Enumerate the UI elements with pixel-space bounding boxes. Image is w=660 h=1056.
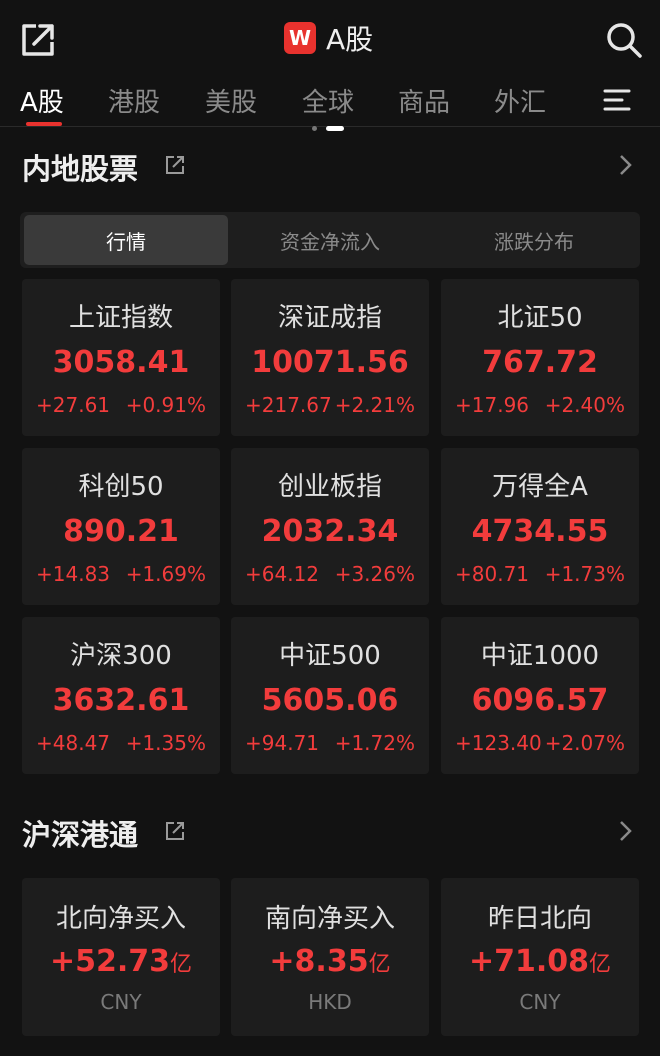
index-price: 767.72 bbox=[482, 345, 598, 380]
flow-value: +8.35亿 bbox=[231, 944, 429, 979]
section-header-mainland[interactable]: 内地股票 bbox=[22, 146, 642, 186]
index-change: +94.71 bbox=[245, 731, 320, 755]
index-change-pct: +3.26% bbox=[334, 562, 415, 586]
brand-logo: W bbox=[284, 22, 316, 54]
page-indicator bbox=[312, 126, 352, 134]
index-card[interactable]: 深证成指 10071.56 +217.67 +2.21% bbox=[231, 279, 429, 436]
index-price: 890.21 bbox=[63, 514, 179, 549]
market-page: W A股 A股 港股 美股 全球 商品 外汇 内地股票 行情 资金净流入 涨跌分… bbox=[0, 0, 660, 1056]
tab-commodities[interactable]: 商品 bbox=[398, 82, 450, 119]
index-card[interactable]: 北证50 767.72 +17.96 +2.40% bbox=[441, 279, 639, 436]
index-card[interactable]: 上证指数 3058.41 +27.61 +0.91% bbox=[22, 279, 220, 436]
search-button[interactable] bbox=[604, 20, 644, 60]
index-change: +17.96 bbox=[455, 393, 530, 417]
external-link-icon bbox=[166, 822, 184, 840]
index-change: +64.12 bbox=[245, 562, 320, 586]
section-title: 沪深港通 bbox=[22, 818, 139, 852]
top-bar: W A股 bbox=[0, 0, 660, 78]
index-price: 3632.61 bbox=[52, 683, 190, 718]
index-change-pct: +1.35% bbox=[125, 731, 206, 755]
index-change-pct: +1.73% bbox=[544, 562, 625, 586]
flow-name: 南向净买入 bbox=[264, 904, 395, 934]
flow-amount: +52.73 bbox=[49, 944, 170, 979]
index-name: 上证指数 bbox=[68, 303, 173, 333]
flow-currency: CNY bbox=[519, 990, 561, 1014]
index-name: 科创50 bbox=[78, 472, 164, 502]
market-tabs: A股 港股 美股 全球 商品 外汇 bbox=[0, 78, 660, 126]
segment-net-inflow[interactable]: 资金净流入 bbox=[228, 215, 432, 265]
flow-currency: CNY bbox=[100, 990, 142, 1014]
index-card[interactable]: 创业板指 2032.34 +64.12 +3.26% bbox=[231, 448, 429, 605]
external-link-icon bbox=[166, 156, 184, 174]
index-change-pct: +0.91% bbox=[125, 393, 206, 417]
page-title: A股 bbox=[326, 23, 374, 56]
share-button[interactable] bbox=[18, 20, 58, 60]
index-name: 北证50 bbox=[497, 303, 583, 333]
index-change-pct: +1.69% bbox=[125, 562, 206, 586]
tab-hk-stocks[interactable]: 港股 bbox=[108, 82, 160, 119]
segment-distribution[interactable]: 涨跌分布 bbox=[432, 215, 636, 265]
chevron-right-icon bbox=[620, 155, 632, 175]
search-icon bbox=[607, 23, 642, 58]
page-header: W A股 bbox=[284, 20, 373, 56]
index-change-pct: +2.40% bbox=[544, 393, 625, 417]
index-change: +14.83 bbox=[36, 562, 111, 586]
flow-amount: +8.35 bbox=[269, 944, 369, 979]
chevron-right-icon bbox=[620, 821, 632, 841]
menu-lines-icon bbox=[603, 89, 631, 111]
index-change: +80.71 bbox=[455, 562, 530, 586]
index-card[interactable]: 中证1000 6096.57 +123.40 +2.07% bbox=[441, 617, 639, 774]
index-card[interactable]: 中证500 5605.06 +94.71 +1.72% bbox=[231, 617, 429, 774]
flow-card[interactable]: 北向净买入 +52.73亿 CNY bbox=[22, 878, 220, 1036]
index-price: 6096.57 bbox=[471, 683, 609, 718]
index-card[interactable]: 万得全A 4734.55 +80.71 +1.73% bbox=[441, 448, 639, 605]
index-change: +217.67 bbox=[245, 393, 332, 417]
index-price: 3058.41 bbox=[52, 345, 190, 380]
flow-currency: HKD bbox=[308, 990, 352, 1014]
flow-amount: +71.08 bbox=[468, 944, 589, 979]
flow-card[interactable]: 昨日北向 +71.08亿 CNY bbox=[441, 878, 639, 1036]
flow-unit: 亿 bbox=[170, 952, 193, 977]
index-name: 深证成指 bbox=[277, 303, 382, 333]
flow-unit: 亿 bbox=[589, 952, 612, 977]
index-change-pct: +2.07% bbox=[544, 731, 625, 755]
flow-name: 北向净买入 bbox=[55, 904, 186, 934]
index-change-pct: +1.72% bbox=[334, 731, 415, 755]
tab-us-stocks[interactable]: 美股 bbox=[205, 82, 257, 119]
menu-button[interactable] bbox=[602, 86, 632, 114]
index-change: +48.47 bbox=[36, 731, 111, 755]
index-name: 中证1000 bbox=[480, 641, 600, 671]
index-name: 万得全A bbox=[492, 472, 588, 502]
index-name: 中证500 bbox=[279, 641, 381, 671]
flow-name: 昨日北向 bbox=[487, 904, 592, 934]
flow-value: +52.73亿 bbox=[22, 944, 220, 979]
index-change: +27.61 bbox=[36, 393, 111, 417]
index-price: 10071.56 bbox=[251, 345, 409, 380]
tab-forex[interactable]: 外汇 bbox=[494, 82, 546, 119]
flow-unit: 亿 bbox=[368, 952, 391, 977]
segment-control: 行情 资金净流入 涨跌分布 bbox=[20, 212, 640, 268]
index-change: +123.40 bbox=[455, 731, 542, 755]
tab-global[interactable]: 全球 bbox=[302, 82, 354, 119]
index-name: 沪深300 bbox=[70, 641, 172, 671]
index-change-pct: +2.21% bbox=[334, 393, 415, 417]
share-external-icon bbox=[22, 24, 54, 56]
page-dot-active bbox=[326, 126, 344, 131]
section-title: 内地股票 bbox=[22, 152, 139, 186]
tab-a-shares[interactable]: A股 bbox=[20, 82, 64, 119]
flow-value: +71.08亿 bbox=[441, 944, 639, 979]
section-header-connect[interactable]: 沪深港通 bbox=[22, 812, 642, 852]
segment-quotes[interactable]: 行情 bbox=[24, 215, 228, 265]
index-price: 2032.34 bbox=[261, 514, 399, 549]
index-card[interactable]: 科创50 890.21 +14.83 +1.69% bbox=[22, 448, 220, 605]
index-price: 4734.55 bbox=[471, 514, 609, 549]
page-dot bbox=[312, 126, 317, 131]
index-name: 创业板指 bbox=[277, 472, 382, 502]
index-price: 5605.06 bbox=[261, 683, 399, 718]
flow-card[interactable]: 南向净买入 +8.35亿 HKD bbox=[231, 878, 429, 1036]
index-card[interactable]: 沪深300 3632.61 +48.47 +1.35% bbox=[22, 617, 220, 774]
